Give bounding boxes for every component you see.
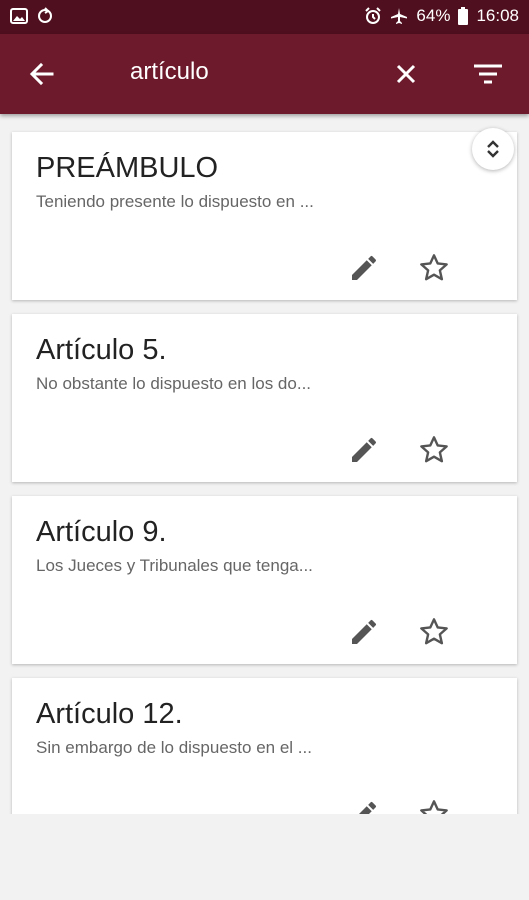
status-bar: 64% 16:08 xyxy=(0,0,529,34)
result-snippet: No obstante lo dispuesto en los do... xyxy=(36,374,312,393)
close-icon[interactable] xyxy=(388,56,424,92)
star-outline-icon[interactable] xyxy=(418,798,450,814)
result-title: Artículo 12. xyxy=(36,698,183,730)
search-query-input[interactable]: artículo xyxy=(130,58,209,86)
star-outline-icon[interactable] xyxy=(418,616,450,648)
status-right: 64% 16:08 xyxy=(364,6,519,26)
sync-icon xyxy=(38,7,52,23)
airplane-icon xyxy=(391,8,408,24)
clock: 16:08 xyxy=(476,6,519,25)
star-outline-icon[interactable] xyxy=(418,434,450,466)
result-snippet: Los Jueces y Tribunales que tenga... xyxy=(36,556,313,575)
star-outline-icon[interactable] xyxy=(418,252,450,284)
back-arrow-icon[interactable] xyxy=(24,56,60,92)
edit-pencil-icon[interactable] xyxy=(348,798,380,814)
result-card[interactable]: PREÁMBULO Teniendo presente lo dispuesto… xyxy=(12,132,517,300)
edit-pencil-icon[interactable] xyxy=(348,434,380,466)
gallery-icon xyxy=(10,8,28,24)
result-card[interactable]: Artículo 12. Sin embargo de lo dispuesto… xyxy=(12,678,517,814)
filter-icon[interactable] xyxy=(470,56,506,92)
result-snippet: Teniendo presente lo dispuesto en ... xyxy=(36,192,314,211)
result-card[interactable]: Artículo 9. Los Jueces y Tribunales que … xyxy=(12,496,517,664)
result-title: Artículo 9. xyxy=(36,516,167,548)
search-app-bar: artículo xyxy=(0,34,529,114)
result-title: PREÁMBULO xyxy=(36,152,219,184)
edit-pencil-icon[interactable] xyxy=(348,616,380,648)
sort-arrows-icon xyxy=(487,140,499,158)
alarm-icon xyxy=(365,7,382,24)
results-list: PREÁMBULO Teniendo presente lo dispuesto… xyxy=(0,114,529,814)
battery-percent: 64% xyxy=(416,6,451,25)
status-left-icons xyxy=(10,7,54,25)
edit-pencil-icon[interactable] xyxy=(348,252,380,284)
bottom-empty-area xyxy=(0,814,529,900)
result-card[interactable]: Artículo 5. No obstante lo dispuesto en … xyxy=(12,314,517,482)
result-snippet: Sin embargo de lo dispuesto en el ... xyxy=(36,738,312,757)
sort-button[interactable] xyxy=(472,128,514,170)
battery-icon xyxy=(458,7,469,25)
result-title: Artículo 5. xyxy=(36,334,167,366)
